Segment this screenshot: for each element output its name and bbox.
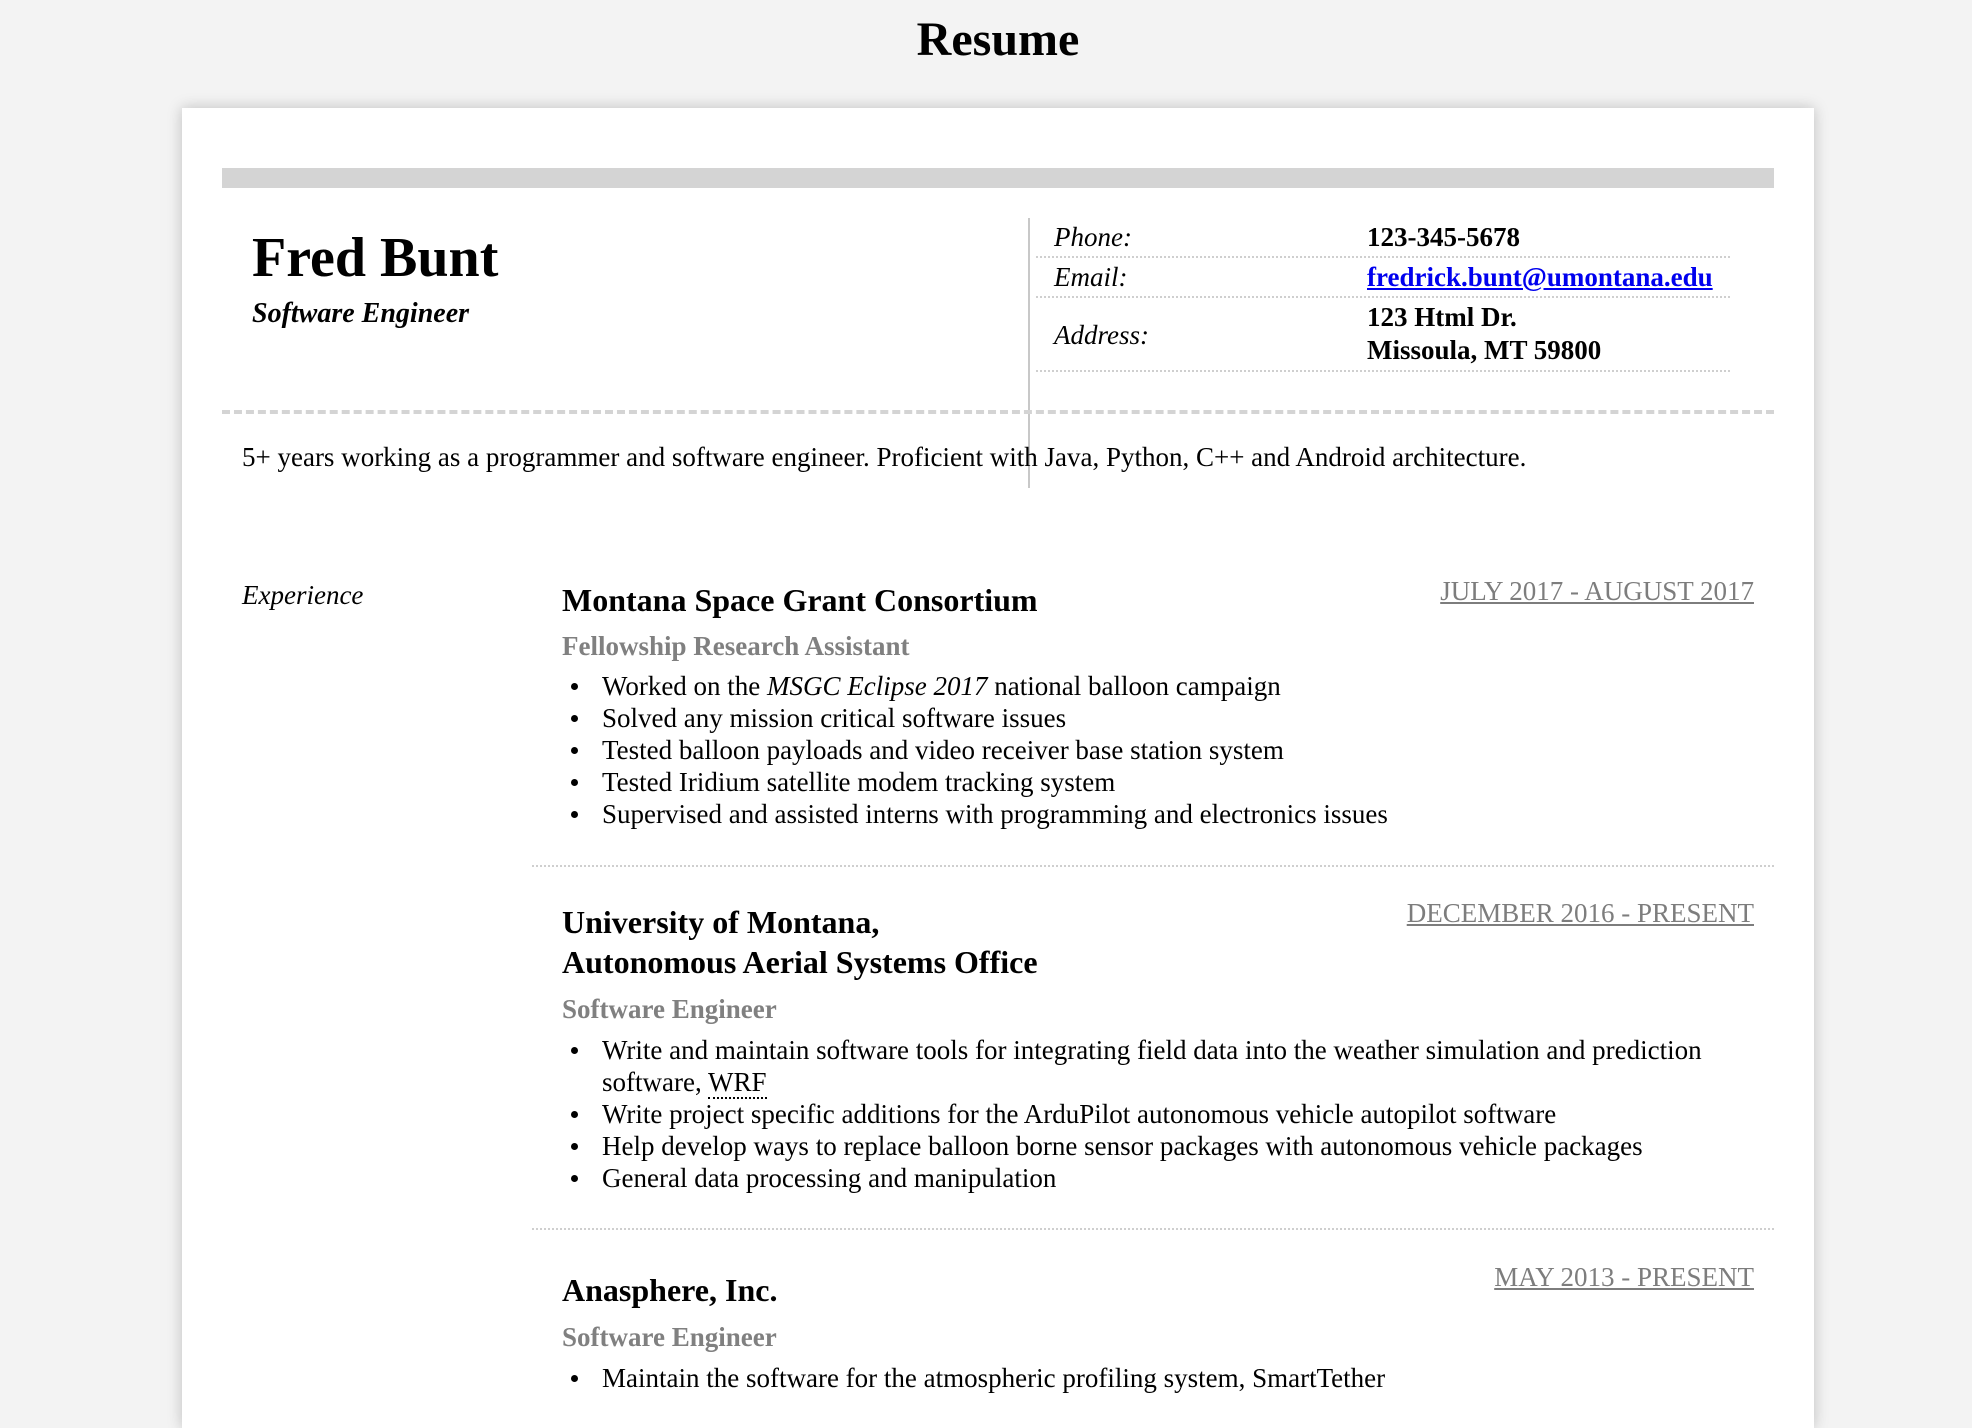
- phone-label: Phone:: [1054, 222, 1132, 252]
- experience-item: Montana Space Grant Consortium JULY 2017…: [532, 574, 1774, 944]
- company-name: Anasphere, Inc.: [562, 1272, 778, 1308]
- list-item: Help develop ways to replace balloon bor…: [562, 1130, 1752, 1162]
- experience-item: Anasphere, Inc. MAY 2013 - PRESENT Softw…: [532, 1260, 1774, 1400]
- person-job-title: Software Engineer: [252, 298, 470, 329]
- job-dates: JULY 2017 - AUGUST 2017: [1440, 576, 1754, 606]
- job-divider: [532, 865, 1774, 867]
- address-line-2: Missoula, MT 59800: [1367, 335, 1602, 365]
- experience-item: University of Montana, Autonomous Aerial…: [532, 896, 1774, 1296]
- job-role: Fellowship Research Assistant: [562, 631, 910, 661]
- contact-row-address: Address: 123 Html Dr. Missoula, MT 59800: [1036, 298, 1730, 372]
- header-accent-bar: [222, 168, 1774, 188]
- list-item: Tested balloon payloads and video receiv…: [562, 734, 1752, 766]
- page-title: Resume: [916, 13, 1080, 66]
- email-link[interactable]: fredrick.bunt@umontana.edu: [1367, 262, 1713, 292]
- header-divider: [222, 410, 1774, 414]
- company-name: Montana Space Grant Consortium: [562, 582, 1038, 618]
- job-bullet-list: Write and maintain software tools for in…: [562, 1034, 1752, 1194]
- address-line-1: 123 Html Dr.: [1367, 302, 1517, 332]
- email-label: Email:: [1054, 262, 1128, 292]
- list-item: Write and maintain software tools for in…: [562, 1034, 1752, 1099]
- address-label: Address:: [1054, 320, 1149, 350]
- list-item: General data processing and manipulation: [562, 1162, 1752, 1194]
- list-item: Supervised and assisted interns with pro…: [562, 798, 1752, 830]
- resume-paper: Fred Bunt Software Engineer Phone: 123-3…: [182, 108, 1814, 1428]
- experience-section-label: Experience: [242, 580, 364, 610]
- list-item: Tested Iridium satellite modem tracking …: [562, 766, 1752, 798]
- contact-row-phone: Phone: 123-345-5678: [1036, 218, 1730, 258]
- list-item: Write project specific additions for the…: [562, 1098, 1752, 1130]
- company-name: University of Montana, Autonomous Aerial…: [562, 902, 1038, 982]
- list-item: Worked on the MSGC Eclipse 2017 national…: [562, 670, 1752, 702]
- phone-value: 123-345-5678: [1367, 222, 1520, 252]
- job-divider: [532, 1228, 1774, 1230]
- job-dates: DECEMBER 2016 - PRESENT: [1406, 898, 1754, 928]
- job-dates: MAY 2013 - PRESENT: [1494, 1262, 1754, 1292]
- summary-text: 5+ years working as a programmer and sof…: [242, 442, 1527, 472]
- job-bullet-list: Worked on the MSGC Eclipse 2017 national…: [562, 670, 1752, 830]
- job-role: Software Engineer: [562, 994, 777, 1024]
- company-name-line-2: Autonomous Aerial Systems Office: [562, 944, 1038, 980]
- person-name: Fred Bunt: [252, 227, 499, 289]
- list-item: Solved any mission critical software iss…: [562, 702, 1752, 734]
- wrf-abbreviation: WRF: [707, 1067, 767, 1099]
- contact-row-email: Email: fredrick.bunt@umontana.edu: [1036, 258, 1730, 298]
- list-item: Maintain the software for the atmospheri…: [562, 1362, 1752, 1394]
- address-value: 123 Html Dr. Missoula, MT 59800: [1367, 301, 1601, 367]
- company-name-line-1: University of Montana,: [562, 904, 880, 940]
- job-role: Software Engineer: [562, 1322, 777, 1352]
- job-bullet-list: Maintain the software for the atmospheri…: [562, 1362, 1752, 1394]
